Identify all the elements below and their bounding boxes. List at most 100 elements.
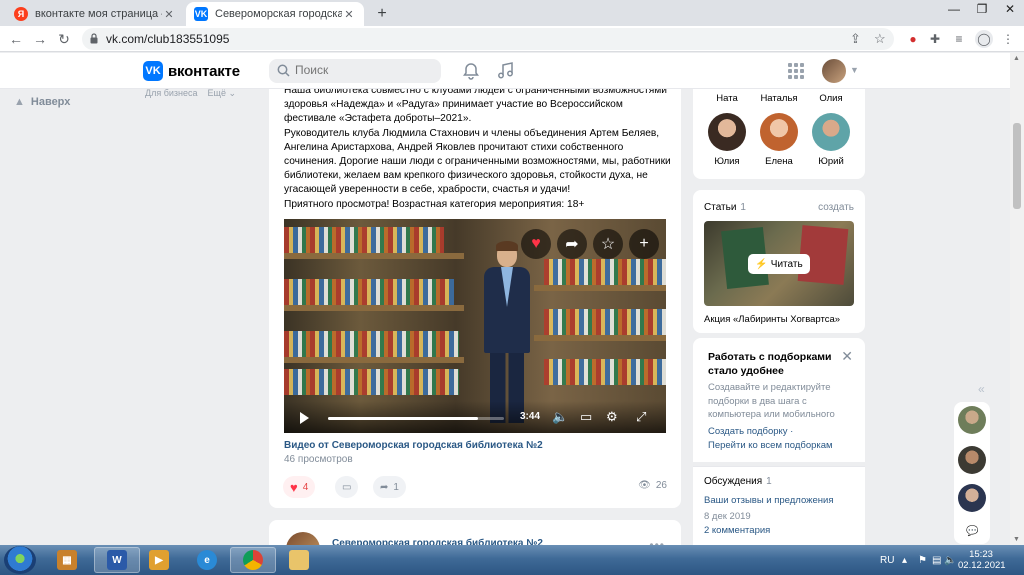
- member-avatar[interactable]: [708, 113, 746, 151]
- tab-title: Североморская городская библ: [215, 8, 342, 20]
- member-name[interactable]: Ната: [702, 93, 752, 104]
- comment-button[interactable]: ▭: [335, 476, 359, 498]
- tab-title: вконтакте моя страница — Янд: [35, 8, 162, 20]
- all-collections-link[interactable]: Перейти ко всем подборкам: [708, 440, 833, 451]
- discussion-topic[interactable]: Ваши отзывы и предложения: [704, 495, 833, 506]
- play-icon[interactable]: [300, 412, 309, 424]
- video-favorite-star-icon[interactable]: ☆: [593, 229, 623, 259]
- articles-heading[interactable]: Статьи 1: [704, 202, 746, 213]
- scroll-down-arrow-icon[interactable]: ▼: [1013, 536, 1020, 543]
- profile-icon[interactable]: ◯: [975, 30, 993, 48]
- member-name[interactable]: Юлия: [702, 156, 752, 167]
- chevron-down-icon[interactable]: ▼: [850, 65, 859, 75]
- bookshelf: [544, 359, 666, 385]
- close-tab-icon[interactable]: ✕: [342, 8, 356, 21]
- share-arrow-icon: ➦: [380, 481, 389, 493]
- search-icon: [277, 64, 290, 77]
- share-button[interactable]: ➦ 1: [373, 476, 406, 498]
- video-share-icon[interactable]: ➦: [557, 229, 587, 259]
- apps-grid-icon[interactable]: [788, 63, 804, 79]
- article-cover[interactable]: ⚡ Читать: [704, 221, 854, 306]
- taskbar-app[interactable]: ▦: [44, 547, 90, 573]
- browser-tab-yandex[interactable]: Я вконтакте моя страница — Янд ✕: [6, 2, 184, 26]
- discussions-heading[interactable]: Обсуждения 1: [704, 476, 772, 487]
- chat-avatar[interactable]: [958, 484, 986, 512]
- video-player[interactable]: ♥ ➦ ☆ + 3:44 🔈 ▭ ⚙ ⤢: [284, 219, 666, 433]
- like-button[interactable]: ♥ 4: [283, 476, 316, 498]
- member-name[interactable]: Олия: [806, 93, 856, 104]
- create-collection-link[interactable]: Создать подборку ·: [708, 426, 793, 437]
- video-add-plus-icon[interactable]: +: [629, 229, 659, 259]
- discussions-block: Обсуждения 1 Ваши отзывы и предложения 8 …: [693, 466, 865, 546]
- language-indicator[interactable]: RU: [880, 545, 894, 575]
- search-box[interactable]: [269, 59, 441, 83]
- taskbar-app[interactable]: [276, 547, 322, 573]
- start-button[interactable]: [4, 546, 36, 574]
- create-article-link[interactable]: создать: [818, 202, 854, 213]
- collapse-chats-icon[interactable]: «: [978, 382, 985, 396]
- windows-taskbar: ▦ W ▶ e RU ▴ ⚑ ▤ 🔈 15:23 02.12.2021: [0, 545, 1024, 575]
- music-note-icon[interactable]: [497, 62, 515, 80]
- new-tab-button[interactable]: +: [372, 4, 392, 24]
- scrollbar-thumb[interactable]: [1013, 123, 1021, 209]
- scroll-up-arrow-icon[interactable]: ▲: [1013, 55, 1020, 62]
- extensions-puzzle-icon[interactable]: ✚: [926, 30, 944, 48]
- reload-icon[interactable]: ↻: [54, 29, 74, 49]
- bookmark-star-icon[interactable]: ☆: [874, 31, 886, 47]
- share-icon[interactable]: ⇪: [850, 31, 861, 47]
- volume-icon[interactable]: 🔈: [552, 409, 568, 425]
- taskbar-app[interactable]: ▶: [136, 547, 182, 573]
- user-avatar[interactable]: [822, 59, 846, 83]
- read-button[interactable]: ⚡ Читать: [748, 254, 810, 274]
- member-avatar[interactable]: [760, 113, 798, 151]
- video-like-heart-icon[interactable]: ♥: [521, 229, 551, 259]
- system-clock[interactable]: 15:23 02.12.2021: [958, 549, 1006, 571]
- vk-logo[interactable]: VK вконтакте: [143, 61, 240, 81]
- minimize-icon[interactable]: —: [940, 0, 968, 20]
- notifications-bell-icon[interactable]: [462, 62, 480, 80]
- chevron-up-icon: ▲: [14, 96, 25, 108]
- flag-icon[interactable]: ⚑: [918, 545, 927, 575]
- close-tab-icon[interactable]: ✕: [162, 8, 176, 21]
- member-name[interactable]: Наталья: [754, 93, 804, 104]
- address-bar[interactable]: vk.com/club183551095 ⇪ ☆: [82, 28, 894, 50]
- archive-icon: ▦: [57, 550, 77, 570]
- search-input[interactable]: [295, 63, 435, 77]
- taskbar-app[interactable]: W: [94, 547, 140, 573]
- reading-list-icon[interactable]: ≡: [950, 30, 968, 48]
- promo-heading: Работать с подборками стало удобнее: [708, 351, 832, 377]
- fullscreen-icon[interactable]: ⤢: [636, 409, 646, 425]
- page-scrollbar[interactable]: ▲ ▼: [1010, 53, 1024, 545]
- network-icon[interactable]: ▤: [932, 545, 941, 575]
- chat-avatar[interactable]: [958, 406, 986, 434]
- menu-kebab-icon[interactable]: ⋮: [999, 30, 1017, 48]
- tray-chevron-icon[interactable]: ▴: [902, 545, 907, 575]
- video-progress-bar[interactable]: [328, 417, 504, 420]
- browser-tab-vk[interactable]: VK Североморская городская библ ✕: [186, 2, 364, 26]
- member-name[interactable]: Юрий: [806, 156, 856, 167]
- discussion-comments[interactable]: 2 комментария: [704, 525, 770, 536]
- chat-avatar[interactable]: [958, 446, 986, 474]
- post-paragraph: Руководитель клуба Людмила Стахнович и ч…: [284, 127, 671, 196]
- bookshelf: [284, 305, 464, 311]
- business-link[interactable]: Для бизнеса: [145, 88, 198, 98]
- taskbar-app[interactable]: e: [184, 547, 230, 573]
- settings-gear-icon[interactable]: ⚙: [606, 409, 618, 425]
- more-link[interactable]: Ещё: [208, 88, 226, 98]
- member-avatar[interactable]: [812, 113, 850, 151]
- close-window-icon[interactable]: ✕: [996, 0, 1024, 20]
- chat-bubble-icon[interactable]: 💬: [966, 526, 978, 537]
- back-icon[interactable]: ←: [6, 29, 26, 49]
- video-title[interactable]: Видео от Североморская городская библиот…: [284, 440, 543, 451]
- miniplayer-icon[interactable]: ▭: [580, 409, 592, 425]
- scroll-to-top[interactable]: ▲ Наверх: [14, 96, 70, 108]
- adblock-extension-icon[interactable]: ●: [904, 30, 922, 48]
- close-icon[interactable]: ✕: [841, 348, 853, 365]
- forward-icon[interactable]: →: [30, 29, 50, 49]
- taskbar-app[interactable]: [230, 547, 276, 573]
- chrome-icon: [243, 550, 263, 570]
- article-caption[interactable]: Акция «Лабиринты Хогвартса»: [704, 314, 840, 325]
- maximize-icon[interactable]: ❐: [968, 0, 996, 20]
- volume-tray-icon[interactable]: 🔈: [944, 545, 956, 575]
- member-name[interactable]: Елена: [754, 156, 804, 167]
